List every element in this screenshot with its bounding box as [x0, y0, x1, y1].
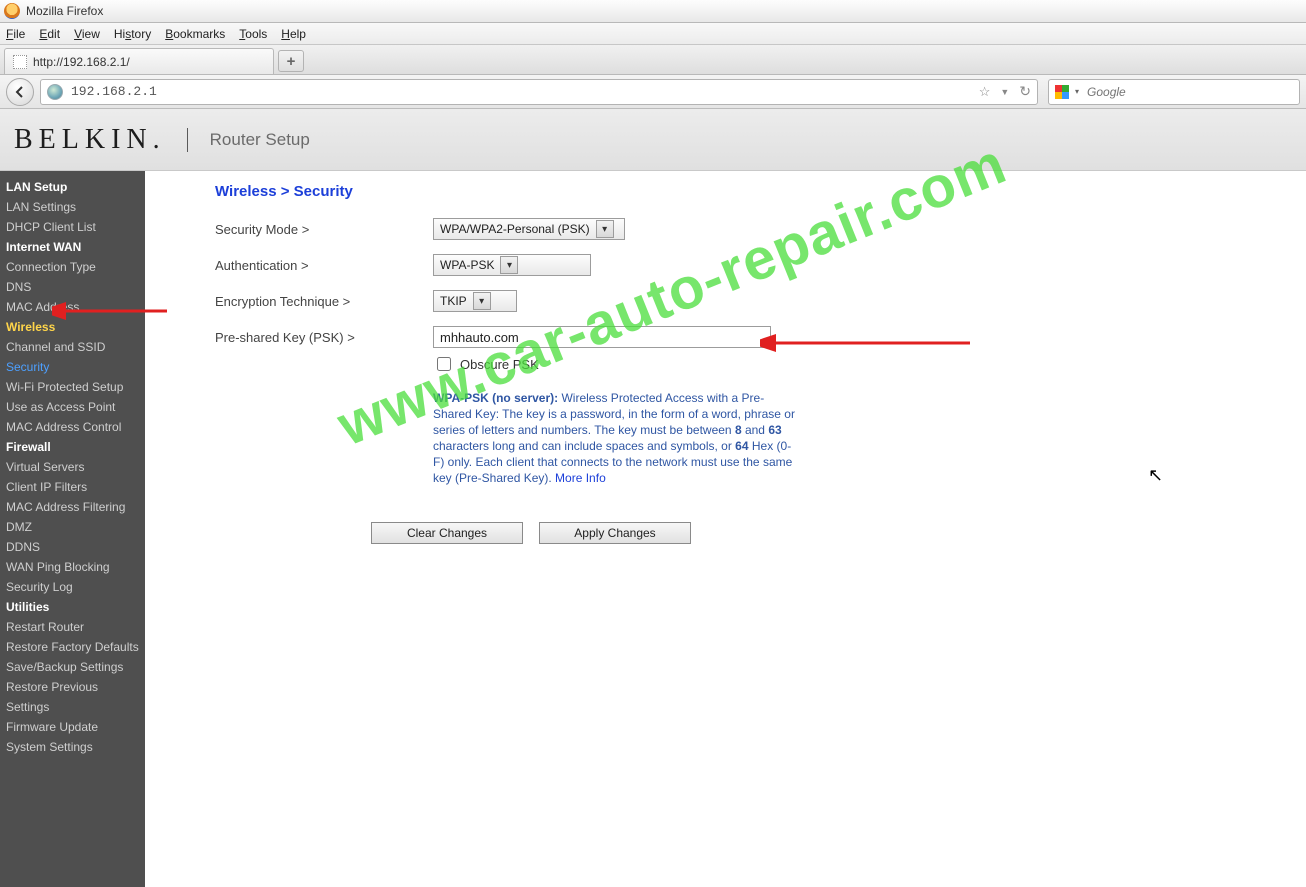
- obscure-psk-label: Obscure PSK: [460, 357, 539, 372]
- sidebar-item-save-backup[interactable]: Save/Backup Settings: [0, 657, 145, 677]
- menu-file[interactable]: File: [6, 27, 25, 41]
- select-security-mode-value: WPA/WPA2-Personal (PSK): [440, 222, 590, 236]
- dropdown-icon[interactable]: ▼: [1000, 87, 1009, 97]
- sidebar-item-restore-factory[interactable]: Restore Factory Defaults: [0, 637, 145, 657]
- sidebar-item-mac-address[interactable]: MAC Address: [0, 297, 145, 317]
- menu-history[interactable]: History: [114, 27, 151, 41]
- apply-changes-button[interactable]: Apply Changes: [539, 522, 691, 544]
- browser-navbar: ☆ ▼ ↻ ▾: [0, 75, 1306, 109]
- tab-favicon: [13, 55, 27, 69]
- label-authentication: Authentication >: [215, 258, 433, 273]
- select-encryption-value: TKIP: [440, 294, 467, 308]
- menu-bookmarks[interactable]: Bookmarks: [165, 27, 225, 41]
- window-titlebar: Mozilla Firefox: [0, 0, 1306, 23]
- row-obscure: Obscure PSK: [433, 354, 1306, 374]
- obscure-psk-checkbox[interactable]: [437, 357, 451, 371]
- info-lead: WPA-PSK (no server):: [433, 391, 558, 405]
- sidebar-item-connection-type[interactable]: Connection Type: [0, 257, 145, 277]
- router-header: BELKIN. Router Setup: [0, 109, 1306, 171]
- sidebar-item-mac-filtering[interactable]: MAC Address Filtering: [0, 497, 145, 517]
- sidebar-item-dmz[interactable]: DMZ: [0, 517, 145, 537]
- sidebar-item-restart[interactable]: Restart Router: [0, 617, 145, 637]
- info-n3: 64: [735, 439, 748, 453]
- chevron-down-icon: ▾: [473, 292, 491, 310]
- chevron-down-icon: ▾: [596, 220, 614, 238]
- label-security-mode: Security Mode >: [215, 222, 433, 237]
- sidebar-hdr-lan: LAN Setup: [0, 177, 145, 197]
- back-button[interactable]: [6, 78, 34, 106]
- sidebar-hdr-utilities: Utilities: [0, 597, 145, 617]
- tab-strip: http://192.168.2.1/ +: [0, 45, 1306, 75]
- urlbar-icons: ☆ ▼ ↻: [979, 83, 1031, 100]
- globe-icon: [47, 84, 63, 100]
- tab-label: http://192.168.2.1/: [33, 55, 130, 69]
- url-bar[interactable]: ☆ ▼ ↻: [40, 79, 1038, 105]
- search-input[interactable]: [1085, 84, 1293, 100]
- browser-menubar: File Edit View History Bookmarks Tools H…: [0, 23, 1306, 45]
- google-icon: [1055, 85, 1069, 99]
- sidebar-item-dns[interactable]: DNS: [0, 277, 145, 297]
- sidebar-hdr-internet-wan: Internet WAN: [0, 237, 145, 257]
- clear-changes-button[interactable]: Clear Changes: [371, 522, 523, 544]
- menu-edit[interactable]: Edit: [39, 27, 60, 41]
- window-title: Mozilla Firefox: [26, 4, 103, 18]
- select-security-mode[interactable]: WPA/WPA2-Personal (PSK) ▾: [433, 218, 625, 240]
- info-text: WPA-PSK (no server): Wireless Protected …: [433, 390, 795, 486]
- select-authentication-value: WPA-PSK: [440, 258, 494, 272]
- sidebar-item-channel-ssid[interactable]: Channel and SSID: [0, 337, 145, 357]
- firefox-icon: [4, 3, 20, 19]
- sidebar: LAN Setup LAN Settings DHCP Client List …: [0, 171, 145, 887]
- breadcrumb: Wireless > Security: [215, 183, 1306, 200]
- sidebar-hdr-wireless[interactable]: Wireless: [0, 317, 145, 337]
- router-setup-label: Router Setup: [210, 130, 310, 150]
- url-input[interactable]: [69, 83, 973, 100]
- new-tab-button[interactable]: +: [278, 50, 304, 72]
- content: Wireless > Security Security Mode > WPA/…: [145, 171, 1306, 887]
- menu-tools[interactable]: Tools: [239, 27, 267, 41]
- star-icon[interactable]: ☆: [979, 84, 991, 100]
- menu-view[interactable]: View: [74, 27, 100, 41]
- sidebar-item-system[interactable]: System Settings: [0, 737, 145, 757]
- menu-help[interactable]: Help: [281, 27, 306, 41]
- sidebar-item-firmware[interactable]: Firmware Update: [0, 717, 145, 737]
- arrow-left-icon: [14, 86, 26, 98]
- row-encryption: Encryption Technique > TKIP ▾: [215, 290, 1306, 312]
- row-security-mode: Security Mode > WPA/WPA2-Personal (PSK) …: [215, 218, 1306, 240]
- select-authentication[interactable]: WPA-PSK ▾: [433, 254, 591, 276]
- more-info-link[interactable]: More Info: [555, 471, 606, 485]
- sidebar-item-security-log[interactable]: Security Log: [0, 577, 145, 597]
- sidebar-item-virtual-servers[interactable]: Virtual Servers: [0, 457, 145, 477]
- router-body: LAN Setup LAN Settings DHCP Client List …: [0, 171, 1306, 887]
- cursor-icon: ↖: [1148, 465, 1163, 486]
- row-psk: Pre-shared Key (PSK) >: [215, 326, 1306, 348]
- sidebar-item-lan-settings[interactable]: LAN Settings: [0, 197, 145, 217]
- button-row: Clear Changes Apply Changes: [371, 522, 1306, 544]
- row-authentication: Authentication > WPA-PSK ▾: [215, 254, 1306, 276]
- sidebar-item-restore-prev[interactable]: Restore Previous Settings: [0, 677, 145, 717]
- sidebar-hdr-firewall: Firewall: [0, 437, 145, 457]
- sidebar-item-ddns[interactable]: DDNS: [0, 537, 145, 557]
- info-m1: and: [742, 423, 769, 437]
- info-b2: characters long and can include spaces a…: [433, 439, 735, 453]
- sidebar-item-security[interactable]: Security: [0, 357, 145, 377]
- select-encryption[interactable]: TKIP ▾: [433, 290, 517, 312]
- reload-icon[interactable]: ↻: [1019, 83, 1031, 100]
- label-psk: Pre-shared Key (PSK) >: [215, 330, 433, 345]
- page-viewport: BELKIN. Router Setup Home | Help | Logou…: [0, 109, 1306, 887]
- sidebar-item-use-as-ap[interactable]: Use as Access Point: [0, 397, 145, 417]
- sidebar-item-wps[interactable]: Wi-Fi Protected Setup: [0, 377, 145, 397]
- label-encryption: Encryption Technique >: [215, 294, 433, 309]
- sidebar-item-mac-control[interactable]: MAC Address Control: [0, 417, 145, 437]
- psk-input[interactable]: [433, 326, 771, 348]
- search-bar[interactable]: ▾: [1048, 79, 1300, 105]
- sidebar-item-wan-ping[interactable]: WAN Ping Blocking: [0, 557, 145, 577]
- info-n2: 63: [768, 423, 781, 437]
- sidebar-item-client-ip-filters[interactable]: Client IP Filters: [0, 477, 145, 497]
- belkin-logo: BELKIN.: [14, 124, 188, 156]
- search-dropdown-icon[interactable]: ▾: [1075, 87, 1079, 96]
- info-n1: 8: [735, 423, 742, 437]
- chevron-down-icon: ▾: [500, 256, 518, 274]
- sidebar-item-dhcp-client-list[interactable]: DHCP Client List: [0, 217, 145, 237]
- browser-tab[interactable]: http://192.168.2.1/: [4, 48, 274, 74]
